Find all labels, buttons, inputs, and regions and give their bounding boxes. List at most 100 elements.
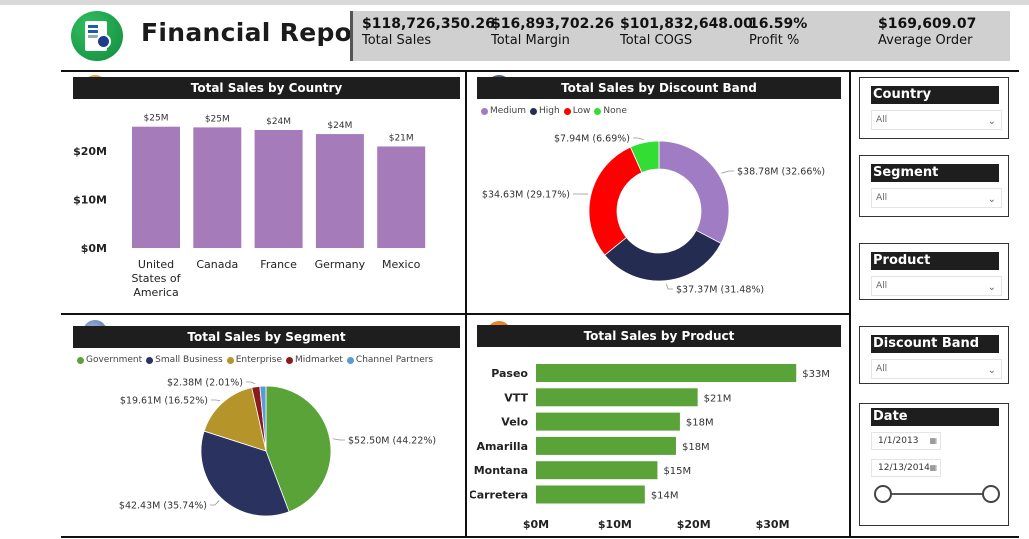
- legend-swatch: [226, 356, 234, 364]
- kpi-label: Total Sales: [362, 33, 432, 48]
- chevron-down-icon: ⌄: [987, 365, 996, 376]
- bar: [536, 364, 797, 382]
- y-tick-label: VTT: [504, 391, 528, 404]
- x-tick-label: Germany: [315, 258, 366, 271]
- data-label: $33M: [802, 369, 830, 380]
- y-tick-label: Amarilla: [476, 440, 528, 453]
- legend-swatch: [285, 356, 293, 364]
- leader-line: [210, 500, 220, 506]
- country-dropdown[interactable]: All ⌄: [871, 110, 1002, 130]
- chevron-down-icon: ⌄: [987, 116, 996, 127]
- slicer-title: Discount Band: [871, 335, 999, 353]
- start-date-input[interactable]: 1/1/2013 ▦: [871, 432, 941, 450]
- data-label: $21M: [389, 133, 414, 143]
- data-label: $14M: [651, 491, 679, 502]
- legend-swatch: [594, 107, 602, 115]
- y-tick-label: $20M: [73, 145, 107, 158]
- data-label: $25M: [205, 114, 230, 124]
- legend-label: Medium: [490, 106, 526, 116]
- data-label: $34.63M (29.17%): [482, 190, 570, 201]
- data-label: $37.37M (31.48%): [676, 285, 764, 296]
- report-logo-icon: [71, 11, 123, 61]
- kpi-profit-percent: 16.59% Profit %: [749, 16, 807, 48]
- legend-label: Midmarket: [294, 355, 343, 365]
- leader-line: [246, 381, 256, 385]
- date-range-start-handle[interactable]: [874, 485, 892, 503]
- bar: [254, 129, 303, 248]
- data-label: $2.38M (2.01%): [167, 378, 243, 389]
- end-date-value: 12/13/2014: [878, 463, 930, 473]
- dropdown-value: All: [876, 364, 888, 374]
- data-label: $42.43M (35.74%): [119, 501, 207, 512]
- data-label: $52.50M (44.22%): [348, 436, 436, 447]
- legend-label: High: [539, 106, 560, 116]
- leader-line: [211, 399, 221, 402]
- kpi-value: $118,726,350.26: [362, 16, 495, 32]
- bar: [536, 388, 698, 407]
- data-label: $21M: [704, 393, 732, 404]
- date-range-end-handle[interactable]: [982, 485, 1000, 503]
- report-title: Financial Report: [141, 18, 378, 47]
- leader-line: [721, 170, 734, 174]
- x-tick-label: United States of America: [132, 258, 182, 299]
- country-slicer: Country All ⌄: [859, 77, 1009, 139]
- country-chart-title: Total Sales by Country: [73, 77, 460, 99]
- slicer-title: Country: [871, 86, 999, 104]
- discount-band-slicer: Discount Band All ⌄: [859, 326, 1009, 384]
- kpi-value: $16,893,702.26: [491, 16, 615, 32]
- legend-item: Low: [563, 106, 590, 116]
- segment-dropdown[interactable]: All ⌄: [871, 188, 1002, 208]
- legend-swatch: [530, 107, 537, 115]
- bar: [315, 134, 364, 248]
- country-chart: $0M $10M $20M $25M United States of America $25…: [73, 114, 426, 299]
- dropdown-value: All: [876, 281, 888, 291]
- legend-item: None: [594, 106, 627, 116]
- segment-slicer: Segment All ⌄: [859, 155, 1009, 217]
- legend-item: Medium: [481, 106, 526, 116]
- dropdown-value: All: [876, 115, 888, 125]
- kpi-value: $101,832,648.00: [620, 16, 753, 32]
- x-tick-label: $20M: [677, 518, 711, 531]
- slicer-title: Date: [871, 408, 999, 426]
- date-range-track[interactable]: [882, 493, 992, 495]
- segment-legend: Government Small Business Enterprise Midmar…: [77, 355, 437, 365]
- discount-band-dropdown[interactable]: All ⌄: [871, 359, 1002, 379]
- kpi-average-order: $169,609.07 Average Order: [878, 16, 976, 48]
- y-tick-label: $10M: [73, 194, 107, 207]
- x-tick-label: France: [260, 258, 297, 271]
- discount-legend: Medium High Low None: [481, 106, 631, 116]
- product-chart: Paseo $33M VTT $21M Velo $18M Amarilla $18M Mont…: [470, 364, 830, 531]
- leader-line: [633, 137, 644, 140]
- data-label: $18M: [686, 418, 714, 429]
- calendar-icon: ▦: [929, 436, 937, 445]
- bar: [536, 436, 676, 455]
- top-strip: [0, 0, 1029, 5]
- end-date-input[interactable]: 12/13/2014 ▦: [871, 459, 941, 477]
- bar: [536, 485, 645, 504]
- kpi-label: Average Order: [878, 33, 973, 48]
- data-label: $15M: [663, 466, 691, 477]
- dropdown-value: All: [876, 193, 888, 203]
- x-tick-label: $10M: [598, 518, 632, 531]
- legend-label: Government: [86, 355, 143, 365]
- kpi-value: $169,609.07: [878, 16, 977, 32]
- date-slicer: Date 1/1/2013 ▦ 12/13/2014 ▦: [859, 403, 1009, 526]
- product-dropdown[interactable]: All ⌄: [871, 276, 1002, 296]
- discount-chart-title: Total Sales by Discount Band: [477, 77, 841, 99]
- data-label: $24M: [266, 117, 291, 127]
- slicer-title: Segment: [871, 164, 999, 182]
- slicer-title: Product: [871, 252, 999, 270]
- kpi-total-sales: $118,726,350.26 Total Sales: [362, 16, 495, 48]
- x-tick-label: Mexico: [382, 258, 421, 271]
- kpi-label: Total Margin: [491, 33, 570, 48]
- data-label: $7.94M (6.69%): [554, 134, 630, 145]
- segment-chart: $52.50M (44.22%) $42.43M (35.74%) $19.61M …: [119, 378, 436, 517]
- data-label: $19.61M (16.52%): [120, 396, 208, 407]
- legend-item: Channel Partners: [346, 355, 433, 365]
- legend-item: High: [530, 106, 560, 116]
- product-chart-title: Total Sales by Product: [477, 325, 841, 347]
- y-tick-label: Carretera: [470, 489, 528, 502]
- data-label: $18M: [682, 442, 710, 453]
- discount-chart: $38.78M (32.66%) $37.37M (31.48%) $34.63M …: [482, 134, 825, 296]
- leader-line: [665, 283, 673, 290]
